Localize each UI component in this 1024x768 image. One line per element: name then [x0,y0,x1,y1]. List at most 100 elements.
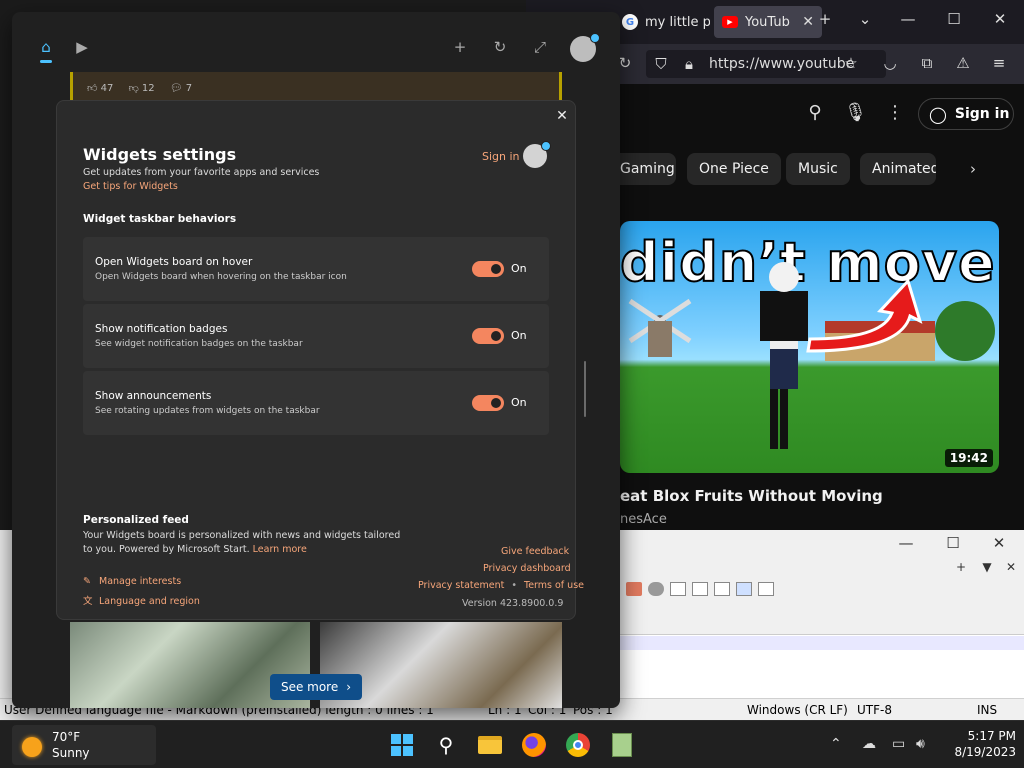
more-vertical-icon[interactable]: ⋮ [884,102,906,123]
setting-row-open-on-hover: Open Widgets board on hover Open Widgets… [83,237,549,301]
list-tabs-icon[interactable]: ⌄ [855,10,875,28]
terms-of-use-link[interactable]: Terms of use [524,580,584,591]
extensions-icon[interactable]: ⧉ [916,54,938,72]
settings-title: Widgets settings [83,145,237,164]
notification-badge [541,141,551,151]
video-thumbnail[interactable]: didn’t move 19:42 [620,221,999,473]
current-line-highlight [618,636,1024,650]
clock[interactable]: 5:17 PM 8/19/2023 [954,728,1016,760]
network-off-icon[interactable]: ☁ [862,736,876,752]
chip-label: Music [798,161,838,177]
toggle-announcements[interactable] [472,395,504,411]
tab-list-icon[interactable]: ▼ [976,560,998,574]
toggle-state: On [511,329,527,342]
sign-in-link[interactable]: Sign in [482,150,520,163]
chip-music[interactable]: Music [786,153,850,185]
chip-animated[interactable]: Animated [860,153,936,185]
maximize-icon[interactable]: ☐ [942,534,964,552]
tab-youtube[interactable]: ▶ YouTub ✕ [714,6,822,38]
open-folder-icon[interactable] [626,582,642,596]
channel-name[interactable]: nesAce [620,512,667,527]
language-region-link[interactable]: 文 Language and region [83,593,200,607]
windows-logo-icon [391,734,413,756]
search-icon[interactable]: ⚲ [804,102,826,123]
privacy-dashboard-link[interactable]: Privacy dashboard [483,563,571,574]
setting-row-announcements: Show announcements See rotating updates … [83,371,549,435]
bookmark-star-icon[interactable]: ☆ [840,54,862,72]
like-count[interactable]: 👍︎ 47 [87,83,113,94]
speech-icon[interactable] [648,582,664,596]
start-button[interactable] [388,731,416,759]
volume-icon[interactable]: 🔊︎ [916,736,925,752]
add-widget-icon[interactable]: + [450,38,470,56]
dislike-count[interactable]: 👎︎ 12 [129,83,155,94]
youtube-icon: ▶ [722,16,738,28]
chip-one-piece[interactable]: One Piece [687,153,781,185]
lock-icon[interactable]: 🔒︎ [678,55,700,73]
close-window-icon[interactable]: ✕ [990,10,1010,28]
chevron-up-icon[interactable]: ⌃ [830,736,842,752]
youtube-sign-in-button[interactable]: ◯ Sign in [918,98,1014,130]
account-warning-icon[interactable]: ⚠ [952,54,974,72]
widgets-board: ⌂ ▶ + ↻ ⤢ 👍︎ 47 👎︎ 12 💬︎ 7 See more › ✕ … [12,12,620,708]
save-macro-icon[interactable] [758,582,774,596]
search-icon[interactable]: ⚲ [432,731,460,759]
sunny-icon [22,737,42,757]
minimize-icon[interactable]: — [895,534,917,552]
close-settings-button[interactable]: ✕ [551,105,573,127]
video-title[interactable]: eat Blox Fruits Without Moving [620,487,883,505]
minimize-icon[interactable]: — [898,10,918,28]
widgets-settings-panel: ✕ Widgets settings Get updates from your… [56,100,586,620]
close-tab-icon[interactable]: ✕ [802,14,814,30]
play-macro-icon[interactable] [714,582,730,596]
microphone-icon[interactable]: 🎙︎ [844,102,867,123]
toggle-open-on-hover[interactable] [472,261,504,277]
personalized-feed-description-2: to you. Powered by Microsoft Start. Lear… [83,544,307,555]
record-macro-icon[interactable] [670,582,686,596]
chrome-icon[interactable] [564,731,592,759]
menu-icon[interactable]: ≡ [988,54,1010,72]
video-tab-icon[interactable]: ▶ [72,38,92,56]
new-tab-icon[interactable]: + [815,10,835,28]
shield-icon[interactable]: ⛉ [650,55,672,73]
toggle-notification-badges[interactable] [472,328,504,344]
display-icon[interactable]: ▭ [892,736,905,752]
give-feedback-link[interactable]: Give feedback [501,546,569,557]
status-encoding[interactable]: UTF-8 [857,703,892,717]
avatar[interactable] [570,33,600,62]
privacy-statement-link[interactable]: Privacy statement [418,580,504,591]
home-icon[interactable]: ⌂ [36,38,56,56]
chrome-logo [566,733,590,757]
comment-count[interactable]: 💬︎ 7 [170,83,192,94]
run-multiple-macro-icon[interactable] [736,582,752,596]
chevron-right-icon: › [346,680,352,694]
chrome-center [573,740,583,750]
firefox-logo [522,733,546,757]
home-tab-indicator [40,60,52,63]
maximize-icon[interactable]: ☐ [944,10,964,28]
add-tab-icon[interactable]: + [950,560,972,574]
settings-scrollbar[interactable] [584,361,586,417]
firefox-icon[interactable] [520,731,548,759]
get-tips-link[interactable]: Get tips for Widgets [83,181,178,192]
stop-macro-icon[interactable] [692,582,708,596]
status-eol[interactable]: Windows (CR LF) [747,703,848,717]
file-explorer-icon[interactable] [476,731,504,759]
notepad-plus-plus-icon[interactable] [608,731,636,759]
weather-widget-button[interactable]: 70°F Sunny [12,725,156,765]
see-more-button[interactable]: See more › [270,674,362,700]
tab-google[interactable]: G my little p [614,6,710,38]
link-label: Language and region [99,596,200,607]
roblox-character-illustration [628,262,995,449]
learn-more-link[interactable]: Learn more [253,544,307,555]
feed-card[interactable]: 👍︎ 47 👎︎ 12 💬︎ 7 [70,72,562,102]
expand-icon[interactable]: ⤢ [530,38,550,56]
close-tab-icon[interactable]: ✕ [1000,560,1022,574]
manage-interests-link[interactable]: ✎ Manage interests [83,576,181,587]
pocket-icon[interactable]: ◡ [879,54,901,72]
chevron-right-icon[interactable]: › [962,160,984,178]
close-window-icon[interactable]: ✕ [988,534,1010,552]
refresh-icon[interactable]: ↻ [490,38,510,56]
language-icon: 文 [83,596,93,607]
settings-avatar[interactable] [523,141,551,168]
